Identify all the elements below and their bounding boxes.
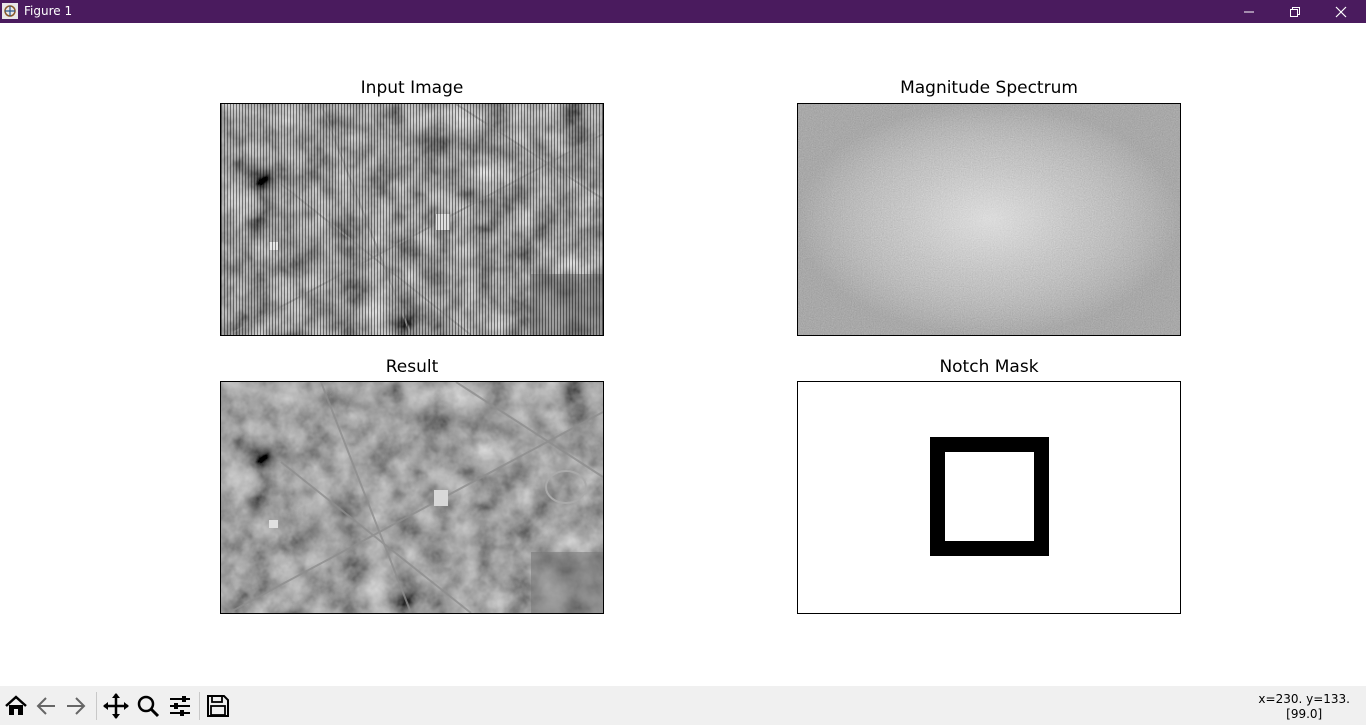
configure-subplots-button[interactable] bbox=[166, 691, 194, 721]
close-icon bbox=[1335, 6, 1347, 17]
save-icon bbox=[207, 695, 229, 717]
zoom-icon bbox=[137, 695, 160, 718]
home-button[interactable] bbox=[2, 691, 30, 721]
spectrum-title: Magnitude Spectrum bbox=[900, 78, 1078, 98]
navigation-toolbar: x=230. y=133. [99.0] bbox=[0, 686, 1366, 725]
matplotlib-figure-icon bbox=[2, 3, 18, 19]
result-title: Result bbox=[385, 357, 439, 377]
magnitude-spectrum-image bbox=[798, 104, 1180, 335]
minimize-icon bbox=[1244, 11, 1254, 12]
cursor-coordinates: x=230. y=133. bbox=[1258, 692, 1350, 706]
save-button[interactable] bbox=[204, 691, 232, 721]
restore-button[interactable] bbox=[1272, 0, 1318, 23]
result-image bbox=[221, 382, 603, 613]
notch-mask-image bbox=[798, 382, 1180, 613]
forward-button[interactable] bbox=[62, 691, 90, 721]
restore-icon bbox=[1290, 6, 1300, 17]
zoom-button[interactable] bbox=[134, 691, 162, 721]
back-icon bbox=[36, 697, 55, 715]
pan-icon bbox=[103, 693, 129, 719]
window-titlebar: Figure 1 bbox=[0, 0, 1366, 23]
notch-mask-title: Notch Mask bbox=[939, 357, 1039, 377]
pan-button[interactable] bbox=[102, 691, 130, 721]
toolbar-separator bbox=[199, 692, 200, 720]
minimize-button[interactable] bbox=[1226, 0, 1272, 23]
forward-icon bbox=[67, 697, 86, 715]
pixel-value: [99.0] bbox=[1286, 707, 1323, 721]
input-image bbox=[221, 104, 603, 335]
figure-canvas[interactable]: Input Image Magnitude Spectrum Result No… bbox=[0, 23, 1366, 686]
notch-mask-axes[interactable] bbox=[797, 381, 1181, 614]
spectrum-axes[interactable] bbox=[797, 103, 1181, 336]
input-image-axes[interactable] bbox=[220, 103, 604, 336]
result-axes[interactable] bbox=[220, 381, 604, 614]
home-icon bbox=[5, 695, 27, 715]
close-button[interactable] bbox=[1318, 0, 1364, 23]
window-title: Figure 1 bbox=[24, 4, 73, 18]
toolbar-separator bbox=[96, 692, 97, 720]
input-image-title: Input Image bbox=[360, 78, 464, 98]
configure-subplots-icon bbox=[170, 696, 190, 716]
cursor-readout: x=230. y=133. [99.0] bbox=[1258, 692, 1350, 722]
back-button[interactable] bbox=[32, 691, 60, 721]
